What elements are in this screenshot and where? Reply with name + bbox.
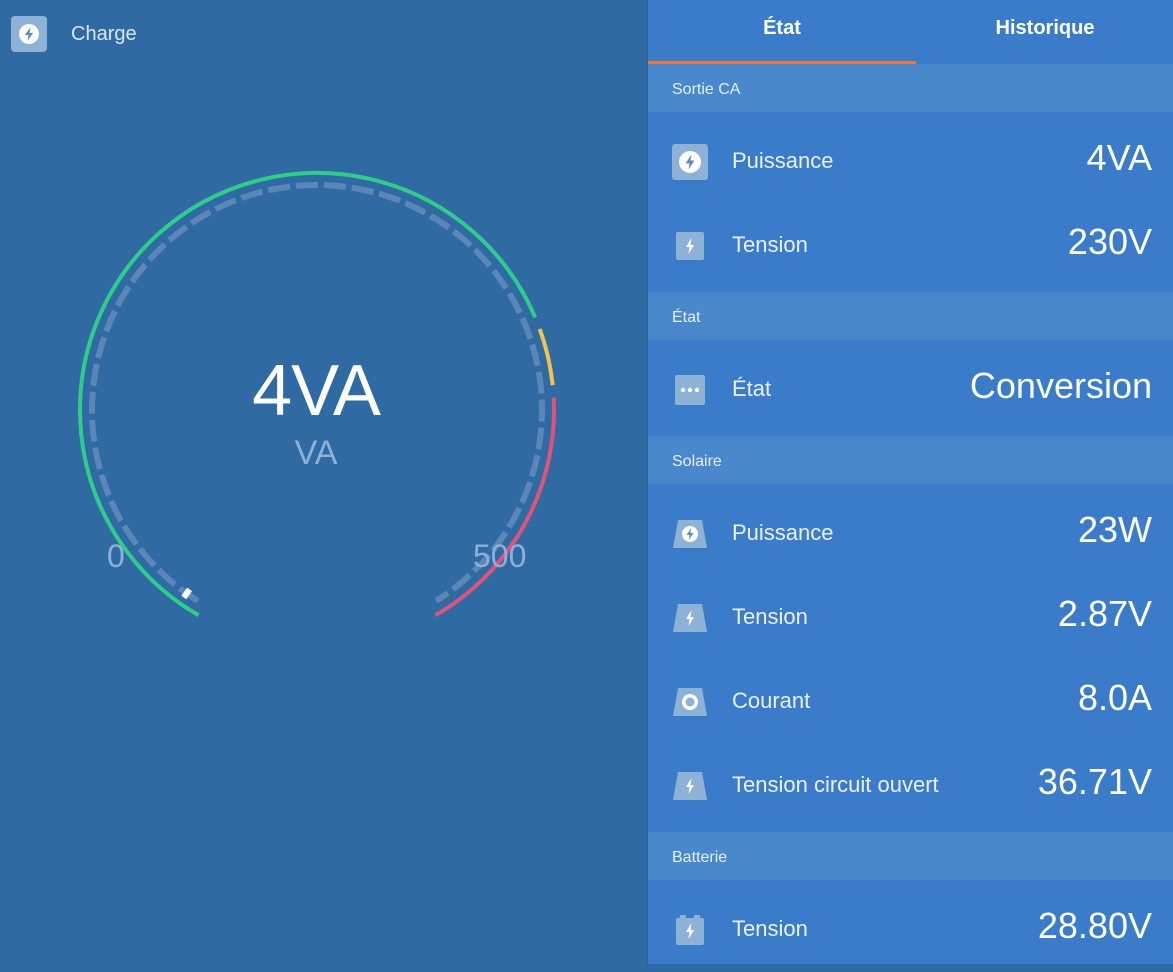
- solar-current-icon: [672, 684, 708, 720]
- row-label: Puissance: [732, 520, 834, 545]
- gauge-min-label: 0: [107, 538, 125, 574]
- row-solar-current[interactable]: Courant 8.0A: [648, 660, 1173, 744]
- row-ac-voltage[interactable]: Tension 230V: [648, 204, 1173, 288]
- row-label: Tension: [732, 232, 808, 257]
- row-value: 28.80V: [1037, 905, 1152, 946]
- gauge-max-label: 500: [473, 538, 527, 574]
- charge-gauge: [78, 171, 557, 617]
- row-value: 230V: [1067, 221, 1152, 262]
- row-ac-power[interactable]: Puissance 4VA: [648, 120, 1173, 204]
- row-value: 23W: [1077, 509, 1152, 550]
- tab-bar: État Historique: [648, 0, 1173, 64]
- row-solar-voltage[interactable]: Tension 2.87V: [648, 576, 1173, 660]
- row-label: Tension: [732, 916, 808, 941]
- row-label: Puissance: [732, 148, 834, 173]
- row-value: 36.71V: [1037, 761, 1152, 802]
- section-etat-header: État: [648, 292, 1173, 340]
- bolt-square-icon: [672, 228, 708, 264]
- battery-icon: [672, 912, 708, 948]
- row-battery-voltage[interactable]: Tension 28.80V: [648, 888, 1173, 972]
- row-label: Tension circuit ouvert: [732, 772, 939, 797]
- row-label: État: [732, 376, 772, 401]
- tab-historique[interactable]: Historique: [916, 0, 1173, 64]
- row-value: 8.0A: [1077, 677, 1152, 718]
- gauge-unit: VA: [294, 434, 338, 472]
- row-label: Tension: [732, 604, 808, 629]
- row-solar-open-circuit-voltage[interactable]: Tension circuit ouvert 36.71V: [648, 744, 1173, 828]
- more-dots-icon: [672, 372, 708, 408]
- gauge-value: 4VA: [252, 351, 381, 431]
- charge-panel: Charge 4VA VA 0 500: [0, 0, 647, 964]
- tab-etat[interactable]: État: [648, 0, 916, 64]
- section-sortie-ca-header: Sortie CA: [648, 64, 1173, 112]
- details-panel: État Historique Sortie CA Puissance 4VA …: [647, 0, 1173, 964]
- row-value: Conversion: [969, 365, 1152, 406]
- section-solaire-header: Solaire: [648, 436, 1173, 484]
- solar-voltage-icon: [672, 600, 708, 636]
- row-solar-power[interactable]: Puissance 23W: [648, 492, 1173, 576]
- row-label: Courant: [732, 688, 811, 713]
- solar-power-icon: [672, 516, 708, 552]
- bolt-circle-icon: [672, 144, 708, 180]
- row-value: 2.87V: [1057, 593, 1152, 634]
- row-value: 4VA: [1086, 137, 1152, 178]
- solar-voltage-icon: [672, 768, 708, 804]
- row-state[interactable]: État Conversion: [648, 348, 1173, 432]
- section-batterie-header: Batterie: [648, 832, 1173, 880]
